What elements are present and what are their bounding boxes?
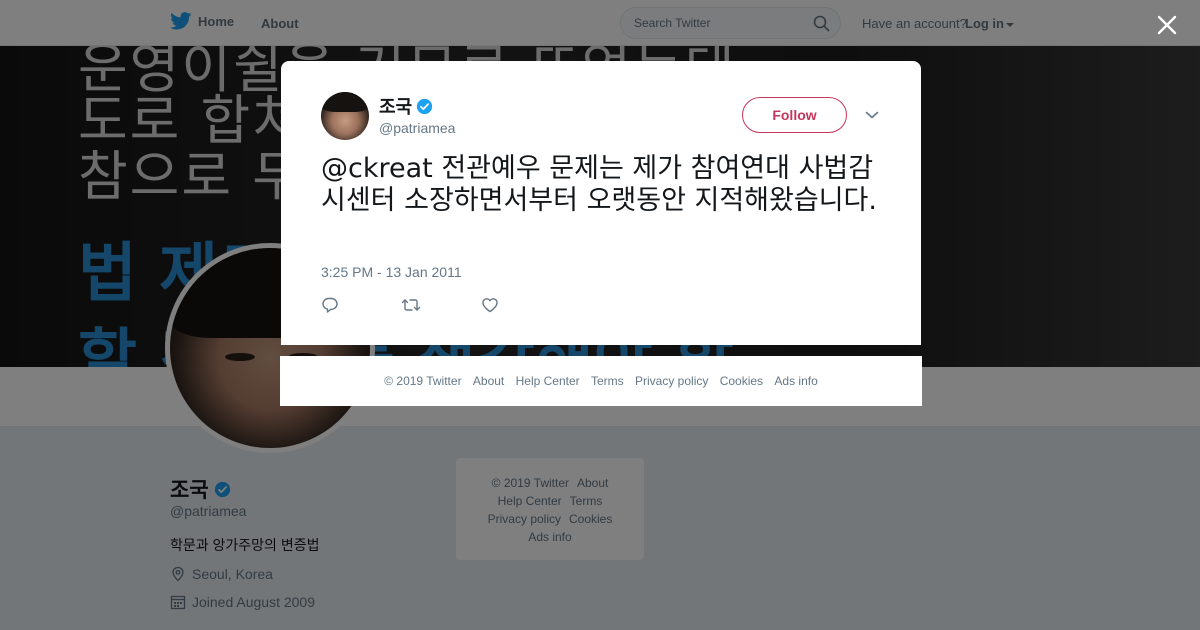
- tweet-mention-link[interactable]: @ckreat: [321, 153, 433, 184]
- footer-about-link[interactable]: About: [473, 374, 504, 388]
- modal-footer: © 2019 Twitter About Help Center Terms P…: [280, 356, 922, 406]
- reply-button[interactable]: [321, 295, 401, 315]
- footer-help-center-link[interactable]: Help Center: [516, 374, 580, 388]
- tweet-author-name-text: 조국: [379, 97, 413, 117]
- tweet-author-avatar[interactable]: [321, 92, 369, 140]
- like-button[interactable]: [481, 295, 561, 315]
- follow-button[interactable]: Follow: [742, 97, 847, 133]
- tweet-modal: 조국 @patriamea Follow @ckreat 전관예우 문제는 제가…: [281, 61, 921, 345]
- tweet-text: @ckreat 전관예우 문제는 제가 참여연대 사법감시센터 소장하면서부터 …: [321, 153, 891, 217]
- tweet-timestamp[interactable]: 3:25 PM - 13 Jan 2011: [321, 264, 462, 280]
- footer-ads-info-link[interactable]: Ads info: [774, 374, 817, 388]
- footer-privacy-link[interactable]: Privacy policy: [635, 374, 708, 388]
- verified-icon: [416, 98, 433, 114]
- tweet-author-name[interactable]: 조국: [379, 93, 433, 119]
- close-icon[interactable]: [1156, 14, 1178, 36]
- footer-cookies-link[interactable]: Cookies: [720, 374, 763, 388]
- like-icon: [482, 298, 498, 313]
- chevron-down-icon[interactable]: [865, 110, 879, 120]
- reply-icon: [322, 297, 338, 313]
- footer-copyright: © 2019 Twitter: [384, 374, 462, 388]
- retweet-icon: [401, 299, 421, 311]
- retweet-button[interactable]: [401, 295, 481, 315]
- tweet-author-handle[interactable]: @patriamea: [379, 120, 455, 136]
- footer-terms-link[interactable]: Terms: [591, 374, 624, 388]
- tweet-actions: [321, 295, 561, 315]
